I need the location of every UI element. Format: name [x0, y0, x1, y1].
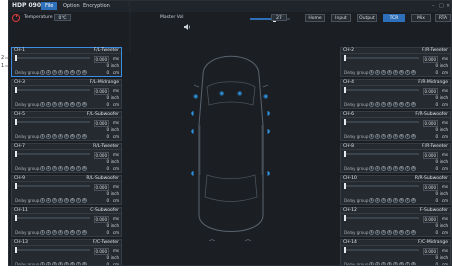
- callout-lines: [5, 8, 131, 67]
